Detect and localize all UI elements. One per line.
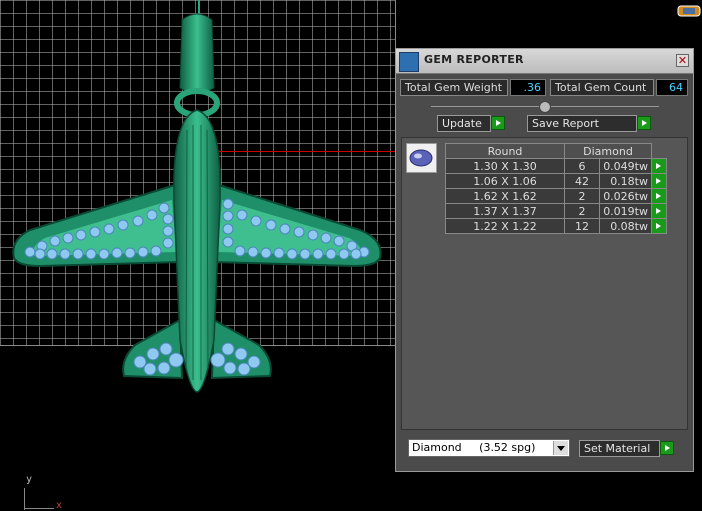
gem-weight: 0.18tw: [599, 173, 652, 189]
gem-count: 42: [564, 173, 600, 189]
material-select[interactable]: Diamond (3.52 spg): [408, 439, 570, 457]
gem-list-area: Round Diamond 1.30 X 1.30 6 0.049tw 1.06…: [401, 137, 688, 430]
gem-size: 1.22 X 1.22: [445, 218, 565, 234]
gem-size: 1.62 X 1.62: [445, 188, 565, 204]
total-gem-weight-value: .36: [510, 79, 546, 96]
update-arrow-icon[interactable]: [491, 116, 505, 130]
update-button-label: Update: [442, 117, 482, 130]
gem-count: 12: [564, 218, 600, 234]
panel-titlebar[interactable]: GEM REPORTER ✕: [396, 49, 693, 74]
set-material-button-label: Set Material: [584, 442, 651, 455]
table-row[interactable]: 1.62 X 1.62 2 0.026tw: [445, 188, 667, 204]
dropdown-arrow-icon[interactable]: [553, 441, 568, 455]
gem-tool-icon[interactable]: [676, 2, 702, 20]
gem-weight: 0.019tw: [599, 203, 652, 219]
axis-y-line: [24, 488, 25, 510]
close-icon[interactable]: ✕: [676, 54, 689, 67]
save-report-button-label: Save Report: [532, 117, 599, 130]
gem-weight: 0.026tw: [599, 188, 652, 204]
green-arrow-icon[interactable]: [651, 173, 667, 189]
set-material-button[interactable]: Set Material: [579, 440, 660, 457]
panel-title: GEM REPORTER: [424, 53, 524, 66]
total-gem-count-value: 64: [656, 79, 688, 96]
table-row[interactable]: 1.06 X 1.06 42 0.18tw: [445, 173, 667, 189]
header-shape: Round: [445, 143, 565, 159]
axis-x-label: x: [56, 500, 63, 511]
total-gem-count-label: Total Gem Count: [550, 79, 654, 96]
gem-size: 1.06 X 1.06: [445, 173, 565, 189]
update-button[interactable]: Update: [437, 115, 491, 132]
material-select-value: Diamond (3.52 spg): [412, 441, 536, 454]
gem-reporter-icon: [399, 52, 419, 72]
round-gem-icon[interactable]: [406, 143, 437, 173]
gem-count: 6: [564, 158, 600, 174]
airplane-pendant-model[interactable]: [0, 0, 395, 395]
total-gem-weight-label: Total Gem Weight: [400, 79, 508, 96]
panel-slider-handle[interactable]: [539, 101, 551, 113]
green-arrow-icon[interactable]: [651, 203, 667, 219]
green-arrow-icon[interactable]: [651, 158, 667, 174]
axis-y-label: y: [26, 474, 33, 485]
gem-weight: 0.049tw: [599, 158, 652, 174]
gem-reporter-panel: GEM REPORTER ✕ Total Gem Weight .36 Tota…: [395, 48, 694, 472]
table-row[interactable]: 1.37 X 1.37 2 0.019tw: [445, 203, 667, 219]
gem-size: 1.30 X 1.30: [445, 158, 565, 174]
save-report-button[interactable]: Save Report: [527, 115, 637, 132]
green-arrow-icon[interactable]: [651, 218, 667, 234]
header-material: Diamond: [564, 143, 652, 159]
save-report-arrow-icon[interactable]: [637, 116, 651, 130]
green-arrow-icon[interactable]: [651, 188, 667, 204]
gem-count: 2: [564, 203, 600, 219]
gem-table: Round Diamond 1.30 X 1.30 6 0.049tw 1.06…: [445, 143, 667, 234]
gem-size: 1.37 X 1.37: [445, 203, 565, 219]
table-row[interactable]: 1.22 X 1.22 12 0.08tw: [445, 218, 667, 234]
set-material-arrow-icon[interactable]: [660, 441, 674, 455]
gem-count: 2: [564, 188, 600, 204]
table-row[interactable]: 1.30 X 1.30 6 0.049tw: [445, 158, 667, 174]
gem-weight: 0.08tw: [599, 218, 652, 234]
axis-x-line: [24, 508, 54, 509]
